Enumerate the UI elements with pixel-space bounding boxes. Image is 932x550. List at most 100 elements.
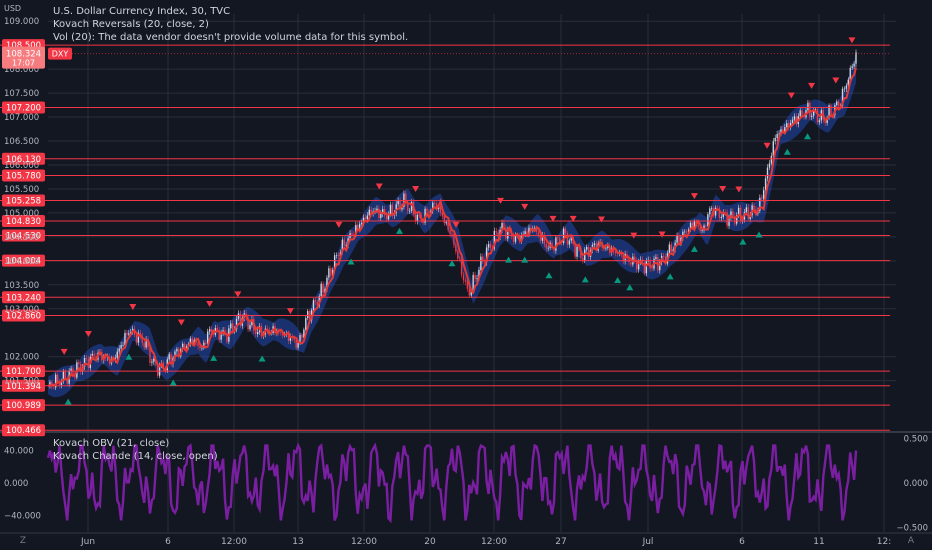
price-axis-label: 104.000 bbox=[4, 257, 39, 267]
price-axis-label: 107.500 bbox=[4, 89, 39, 99]
candle-body bbox=[441, 212, 444, 217]
candle-body bbox=[799, 110, 801, 117]
timezone-button[interactable]: Z bbox=[14, 534, 32, 548]
auto-scale-button[interactable]: A bbox=[902, 534, 920, 548]
candle-body bbox=[322, 283, 324, 293]
candle-body bbox=[830, 105, 832, 115]
candle-body bbox=[845, 85, 848, 89]
candle-body bbox=[811, 115, 813, 117]
candle-body bbox=[539, 235, 542, 241]
candle-body bbox=[305, 318, 307, 330]
candle-body bbox=[120, 345, 122, 349]
candle-body bbox=[153, 358, 155, 362]
time-axis-label: Jun bbox=[80, 537, 95, 547]
level-price-label: 107.200 bbox=[6, 103, 41, 113]
candle-body bbox=[176, 348, 178, 352]
candle-body bbox=[745, 207, 748, 213]
candle-body bbox=[201, 347, 203, 349]
price-unit-label: USD bbox=[4, 4, 22, 13]
legend-indicator-reversals[interactable]: Kovach Reversals (20, close, 2) bbox=[53, 18, 408, 31]
candle-body bbox=[385, 215, 388, 220]
candle-body bbox=[208, 329, 211, 332]
candle-body bbox=[684, 231, 686, 233]
tradingview-chart[interactable]: Jun 6 12:00 13 12:00 20 12:00 27 Jul 6 11 12:108.50… bbox=[0, 0, 932, 550]
right-axis-label: 0.000 bbox=[904, 479, 928, 489]
candle-body bbox=[557, 237, 559, 239]
time-axis-label: 12:00 bbox=[481, 537, 507, 547]
left-axis-label: −40.000 bbox=[4, 512, 41, 522]
candle-body bbox=[237, 313, 240, 319]
candle-body bbox=[768, 163, 771, 168]
candle-body bbox=[360, 222, 363, 225]
candle-body bbox=[312, 300, 315, 311]
candle-body bbox=[464, 280, 467, 282]
candle-body bbox=[545, 243, 547, 249]
candle-body bbox=[776, 134, 778, 138]
candle-body bbox=[489, 244, 492, 248]
candle-body bbox=[380, 213, 382, 218]
candle-body bbox=[761, 197, 763, 199]
candle-body bbox=[678, 235, 680, 244]
time-axis-label: 20 bbox=[424, 537, 436, 547]
candle-body bbox=[445, 222, 447, 224]
candle-body bbox=[330, 268, 332, 276]
candle-body bbox=[128, 333, 130, 335]
price-axis-label: 106.500 bbox=[4, 137, 39, 147]
candle-body bbox=[837, 101, 840, 107]
candle-body bbox=[199, 346, 201, 349]
candle-body bbox=[118, 348, 120, 352]
candle-body bbox=[168, 354, 170, 360]
candle-body bbox=[497, 232, 499, 237]
candle-body bbox=[480, 256, 482, 270]
candle-body bbox=[697, 224, 699, 227]
candle-body bbox=[70, 368, 72, 371]
candle-body bbox=[836, 101, 838, 106]
candle-body bbox=[366, 215, 369, 220]
price-axis-label: 109.000 bbox=[4, 17, 39, 27]
candle-body bbox=[358, 224, 361, 228]
candle-body bbox=[343, 239, 345, 246]
candle-body bbox=[389, 204, 392, 215]
symbol-badge-label: DXY bbox=[52, 50, 69, 59]
candle-body bbox=[457, 251, 459, 259]
candle-body bbox=[651, 268, 653, 270]
candle-body bbox=[686, 231, 688, 233]
time-axis-label: 6 bbox=[165, 537, 171, 547]
candle-body bbox=[818, 120, 821, 123]
candle-body bbox=[732, 211, 734, 217]
candle-body bbox=[135, 335, 138, 343]
candle-body bbox=[772, 141, 774, 156]
candle-body bbox=[256, 332, 259, 335]
candle-body bbox=[122, 344, 124, 346]
candle-body bbox=[753, 205, 755, 210]
candle-body bbox=[816, 109, 819, 123]
candle-body bbox=[85, 358, 88, 359]
candle-body bbox=[151, 361, 153, 363]
legend-indicator-chande[interactable]: Kovach Chande (14, close, open) bbox=[53, 450, 218, 463]
candle-body bbox=[655, 257, 657, 259]
candle-body bbox=[299, 335, 301, 343]
candle-body bbox=[662, 255, 665, 257]
candle-body bbox=[568, 240, 571, 245]
candle-body bbox=[739, 207, 742, 221]
price-axis-label: 105.000 bbox=[4, 209, 39, 219]
candle-body bbox=[364, 217, 367, 220]
candle-body bbox=[466, 281, 469, 289]
level-price-label: 103.240 bbox=[6, 293, 41, 303]
candle-body bbox=[126, 333, 128, 335]
candle-body bbox=[630, 262, 632, 265]
candle-body bbox=[449, 230, 451, 235]
legend-indicator-volume[interactable]: Vol (20): The data vendor doesn't provid… bbox=[53, 31, 408, 44]
candle-body bbox=[56, 374, 59, 382]
level-price-label: 100.466 bbox=[6, 426, 41, 436]
candle-body bbox=[143, 342, 145, 348]
legend-indicator-obv[interactable]: Kovach OBV (21, close) bbox=[53, 437, 218, 450]
candle-body bbox=[230, 323, 232, 329]
candle-body bbox=[793, 116, 796, 120]
candle-body bbox=[791, 119, 794, 123]
candle-body bbox=[451, 234, 453, 235]
candle-body bbox=[408, 210, 411, 212]
price-axis-label: 101.500 bbox=[4, 377, 39, 387]
legend-symbol-title[interactable]: U.S. Dollar Currency Index, 30, TVC bbox=[53, 5, 408, 18]
candle-body bbox=[439, 206, 442, 213]
